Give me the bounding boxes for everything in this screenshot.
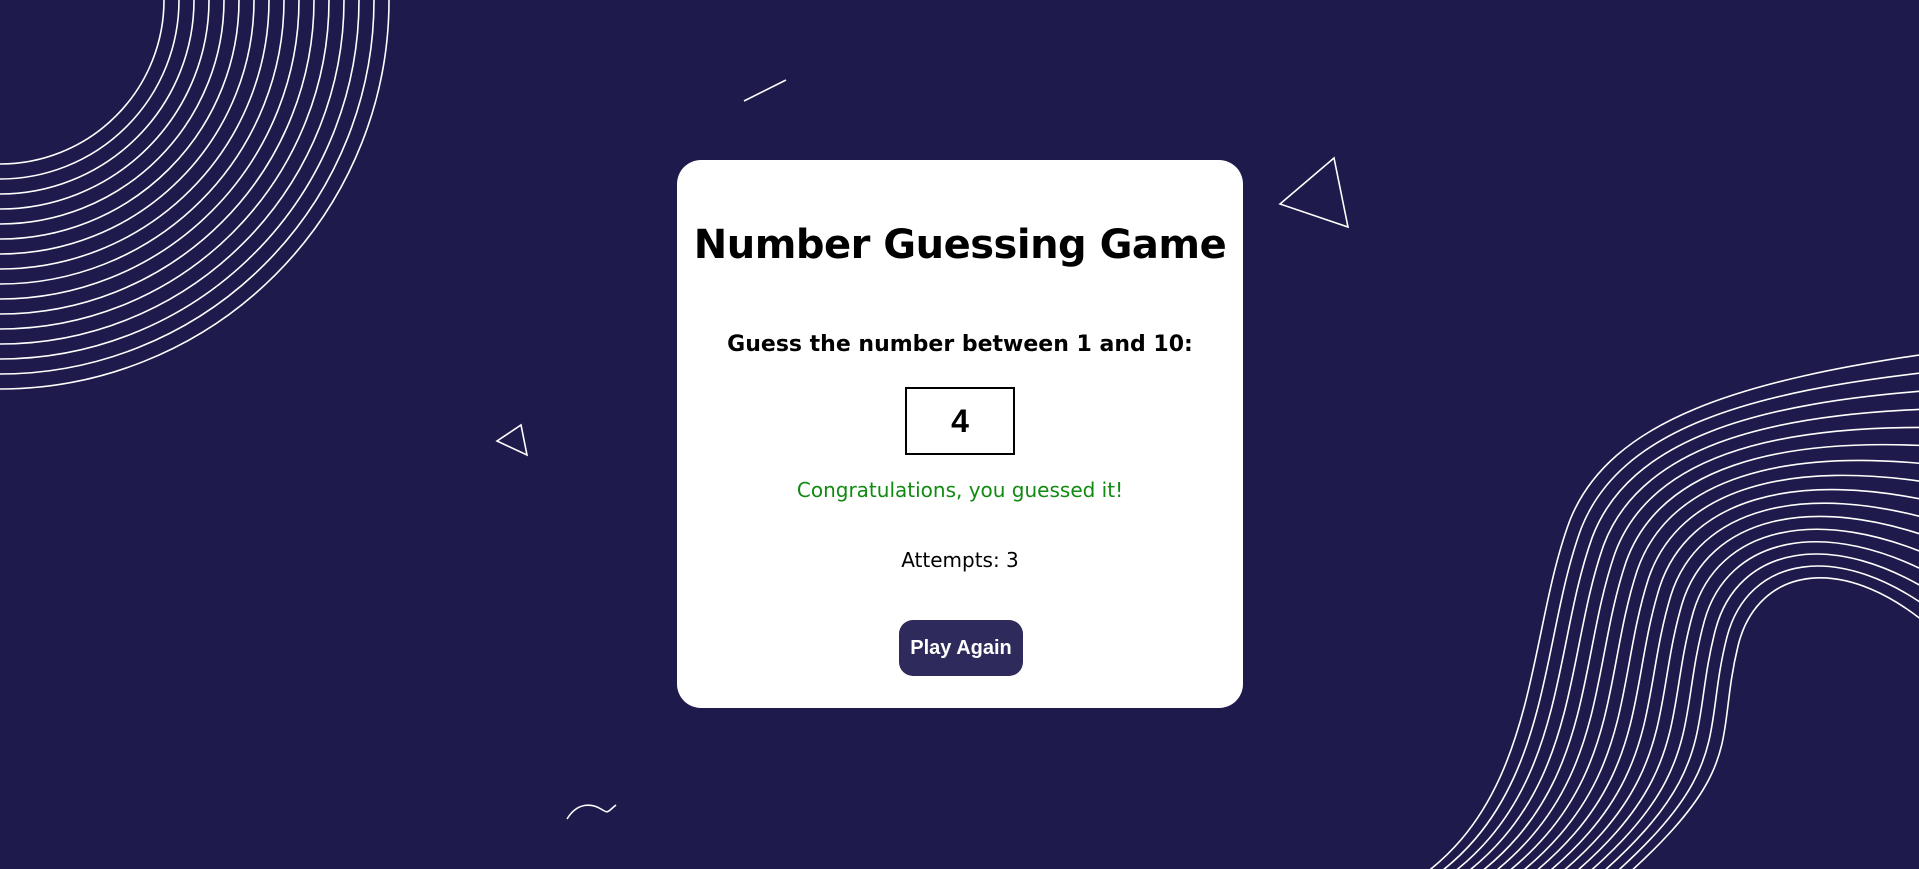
squiggle-decoration <box>566 804 617 820</box>
arc-line <box>0 0 195 195</box>
wave-line <box>1618 565 1919 869</box>
arc-line <box>0 0 165 165</box>
wave-line <box>1496 443 1919 869</box>
triangle-decoration-small <box>495 423 529 457</box>
wave-line <box>1483 426 1919 869</box>
attempts-counter: Attempts: 3 <box>901 548 1019 572</box>
wave-line <box>1456 390 1919 869</box>
result-message: Congratulations, you guessed it! <box>796 478 1124 502</box>
wave-line <box>1523 474 1919 869</box>
arc-line <box>0 0 240 240</box>
dash-decoration <box>743 79 787 102</box>
concentric-arcs-decoration <box>0 0 390 390</box>
arc-line <box>0 0 285 285</box>
game-card: Number Guessing Game Guess the number be… <box>677 160 1243 708</box>
wave-line <box>1510 459 1919 869</box>
wavy-lines-decoration <box>1429 354 1919 869</box>
arc-line <box>0 0 375 375</box>
arc-line <box>0 0 270 270</box>
arc-line <box>0 0 180 180</box>
guess-prompt: Guess the number between 1 and 10: <box>727 332 1193 357</box>
wave-line <box>1632 577 1919 869</box>
triangle-decoration-large <box>1278 156 1350 229</box>
game-title: Number Guessing Game <box>693 222 1227 268</box>
wave-line <box>1469 408 1919 869</box>
guess-input[interactable] <box>905 387 1015 455</box>
arc-line <box>0 0 390 390</box>
play-again-button[interactable]: Play Again <box>899 620 1023 676</box>
arc-line <box>0 0 210 210</box>
